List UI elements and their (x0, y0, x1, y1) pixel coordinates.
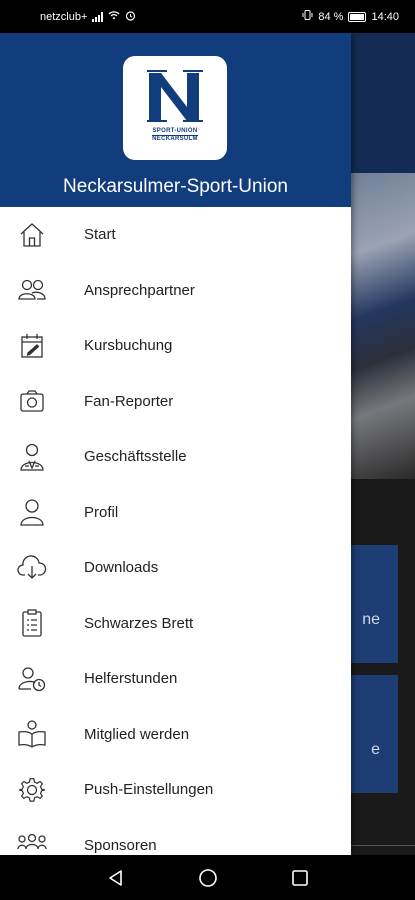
clipboard-icon (17, 608, 47, 638)
cloud-download-icon (17, 553, 47, 583)
office-person-icon (17, 442, 47, 472)
menu-item-label: Downloads (84, 559, 159, 577)
gear-icon (17, 775, 47, 805)
user-clock-icon (17, 664, 47, 694)
group-icon (17, 830, 47, 855)
battery-icon (348, 11, 367, 22)
menu-item-kursbuchung[interactable]: Kursbuchung (0, 318, 351, 374)
calendar-edit-icon (17, 331, 47, 361)
menu-item-label: Start (84, 226, 116, 244)
camera-icon (17, 386, 47, 416)
menu-item-label: Fan-Reporter (84, 392, 174, 410)
drawer-header: SPORT-UNION NECKARSULM Neckarsulmer-Spor… (0, 33, 351, 207)
background-tile-2-label: e (371, 741, 380, 758)
vibrate-icon (302, 10, 313, 23)
club-logo-line2: NECKARSULM (152, 135, 198, 142)
menu-item-sponsoren[interactable]: Sponsoren (0, 818, 351, 856)
contacts-icon (17, 275, 47, 305)
menu-item-label: Schwarzes Brett (84, 614, 194, 632)
drawer-title: Neckarsulmer-Sport-Union (63, 176, 288, 197)
menu-item-label: Mitglied werden (84, 725, 190, 743)
person-book-icon (17, 719, 47, 749)
background-tile-1-label: ne (362, 611, 380, 628)
menu-item-ansprechpartner[interactable]: Ansprechpartner (0, 263, 351, 319)
menu-item-fan-reporter[interactable]: Fan-Reporter (0, 374, 351, 430)
club-logo-text: SPORT-UNION NECKARSULM (123, 128, 227, 143)
club-logo-n-icon (147, 70, 203, 122)
background-banner-image (351, 173, 415, 479)
menu-item-label: Geschäftsstelle (84, 448, 187, 466)
carrier-label: netzclub+ (40, 10, 88, 23)
status-bar: netzclub+ 84 % 14:40 (0, 0, 415, 33)
menu-item-start[interactable]: Start (0, 207, 351, 263)
signal-icon (92, 11, 104, 22)
back-button[interactable] (107, 869, 125, 887)
battery-percent: 84 % (318, 10, 344, 23)
background-divider (351, 845, 415, 846)
menu-item-label: Push-Einstellungen (84, 781, 214, 799)
menu-item-push-einstellungen[interactable]: Push-Einstellungen (0, 762, 351, 818)
menu-item-label: Kursbuchung (84, 337, 173, 355)
navigation-drawer: SPORT-UNION NECKARSULM Neckarsulmer-Spor… (0, 33, 351, 855)
menu-item-helferstunden[interactable]: Helferstunden (0, 651, 351, 707)
club-logo: SPORT-UNION NECKARSULM (123, 56, 227, 160)
wifi-icon (108, 10, 120, 23)
clock: 14:40 (371, 10, 399, 23)
recents-button[interactable] (291, 869, 309, 887)
user-icon (17, 497, 47, 527)
menu-item-label: Ansprechpartner (84, 281, 195, 299)
menu-item-downloads[interactable]: Downloads (0, 540, 351, 596)
menu-item-mitglied-werden[interactable]: Mitglied werden (0, 707, 351, 763)
menu-item-profil[interactable]: Profil (0, 485, 351, 541)
home-icon (17, 220, 47, 250)
menu-item-label: Sponsoren (84, 836, 157, 854)
club-logo-line1: SPORT-UNION (152, 128, 198, 134)
menu-item-label: Helferstunden (84, 670, 178, 688)
home-button[interactable] (198, 868, 218, 888)
system-navigation-bar (0, 855, 415, 900)
menu-item-label: Profil (84, 503, 119, 521)
drawer-menu: Start Ansprechpartner Kursbuchung Fan-Re… (0, 207, 351, 855)
menu-item-geschaeftsstelle[interactable]: Geschäftsstelle (0, 429, 351, 485)
alarm-icon (125, 10, 136, 24)
menu-item-schwarzes-brett[interactable]: Schwarzes Brett (0, 596, 351, 652)
